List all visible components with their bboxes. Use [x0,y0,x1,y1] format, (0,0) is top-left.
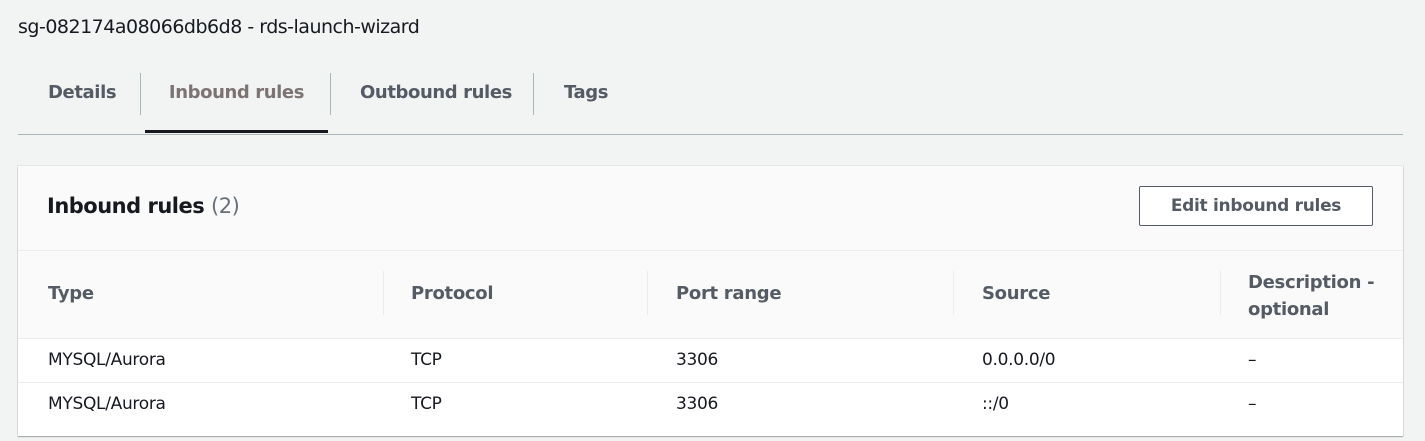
column-resizer[interactable] [647,271,648,315]
cell-description: – [1248,394,1257,414]
table-row: MYSQL/Aurora TCP 3306 ::/0 – [18,383,1403,426]
panel-title-text: Inbound rules [47,194,205,218]
tab-details[interactable]: Details [48,70,117,133]
tab-divider [140,73,141,115]
column-header-protocol[interactable]: Protocol [411,283,494,304]
tab-divider [533,73,534,115]
table-header: Type Protocol Port range Source Descript… [18,251,1403,339]
cell-protocol: TCP [411,394,442,414]
tab-bar: Details Inbound rules Outbound rules Tag… [18,70,1403,135]
page-title: sg-082174a08066db6d8 - rds-launch-wizard [18,16,420,38]
tab-divider [330,73,331,115]
cell-type: MYSQL/Aurora [48,394,166,414]
column-resizer[interactable] [383,271,384,315]
column-header-port-range[interactable]: Port range [676,283,782,304]
column-resizer[interactable] [953,271,954,315]
cell-source: ::/0 [982,394,1009,414]
cell-source: 0.0.0.0/0 [982,350,1056,370]
column-resizer[interactable] [1220,271,1221,315]
tab-outbound-rules[interactable]: Outbound rules [360,70,512,133]
tab-inbound-rules[interactable]: Inbound rules [145,70,328,133]
cell-port-range: 3306 [676,350,719,370]
inbound-rules-panel: Inbound rules (2) Edit inbound rules Typ… [18,166,1403,436]
column-header-type[interactable]: Type [48,283,94,304]
cell-protocol: TCP [411,350,442,370]
cell-port-range: 3306 [676,394,719,414]
panel-header: Inbound rules (2) Edit inbound rules [18,166,1403,251]
column-header-description[interactable]: Description - optional [1248,269,1383,323]
cell-description: – [1248,350,1257,370]
table-row: MYSQL/Aurora TCP 3306 0.0.0.0/0 – [18,339,1403,383]
tab-tags[interactable]: Tags [564,70,609,133]
panel-title: Inbound rules (2) [47,194,240,218]
rule-count: (2) [211,194,240,218]
edit-inbound-rules-button[interactable]: Edit inbound rules [1139,186,1373,226]
cell-type: MYSQL/Aurora [48,350,166,370]
column-header-source[interactable]: Source [982,283,1050,304]
